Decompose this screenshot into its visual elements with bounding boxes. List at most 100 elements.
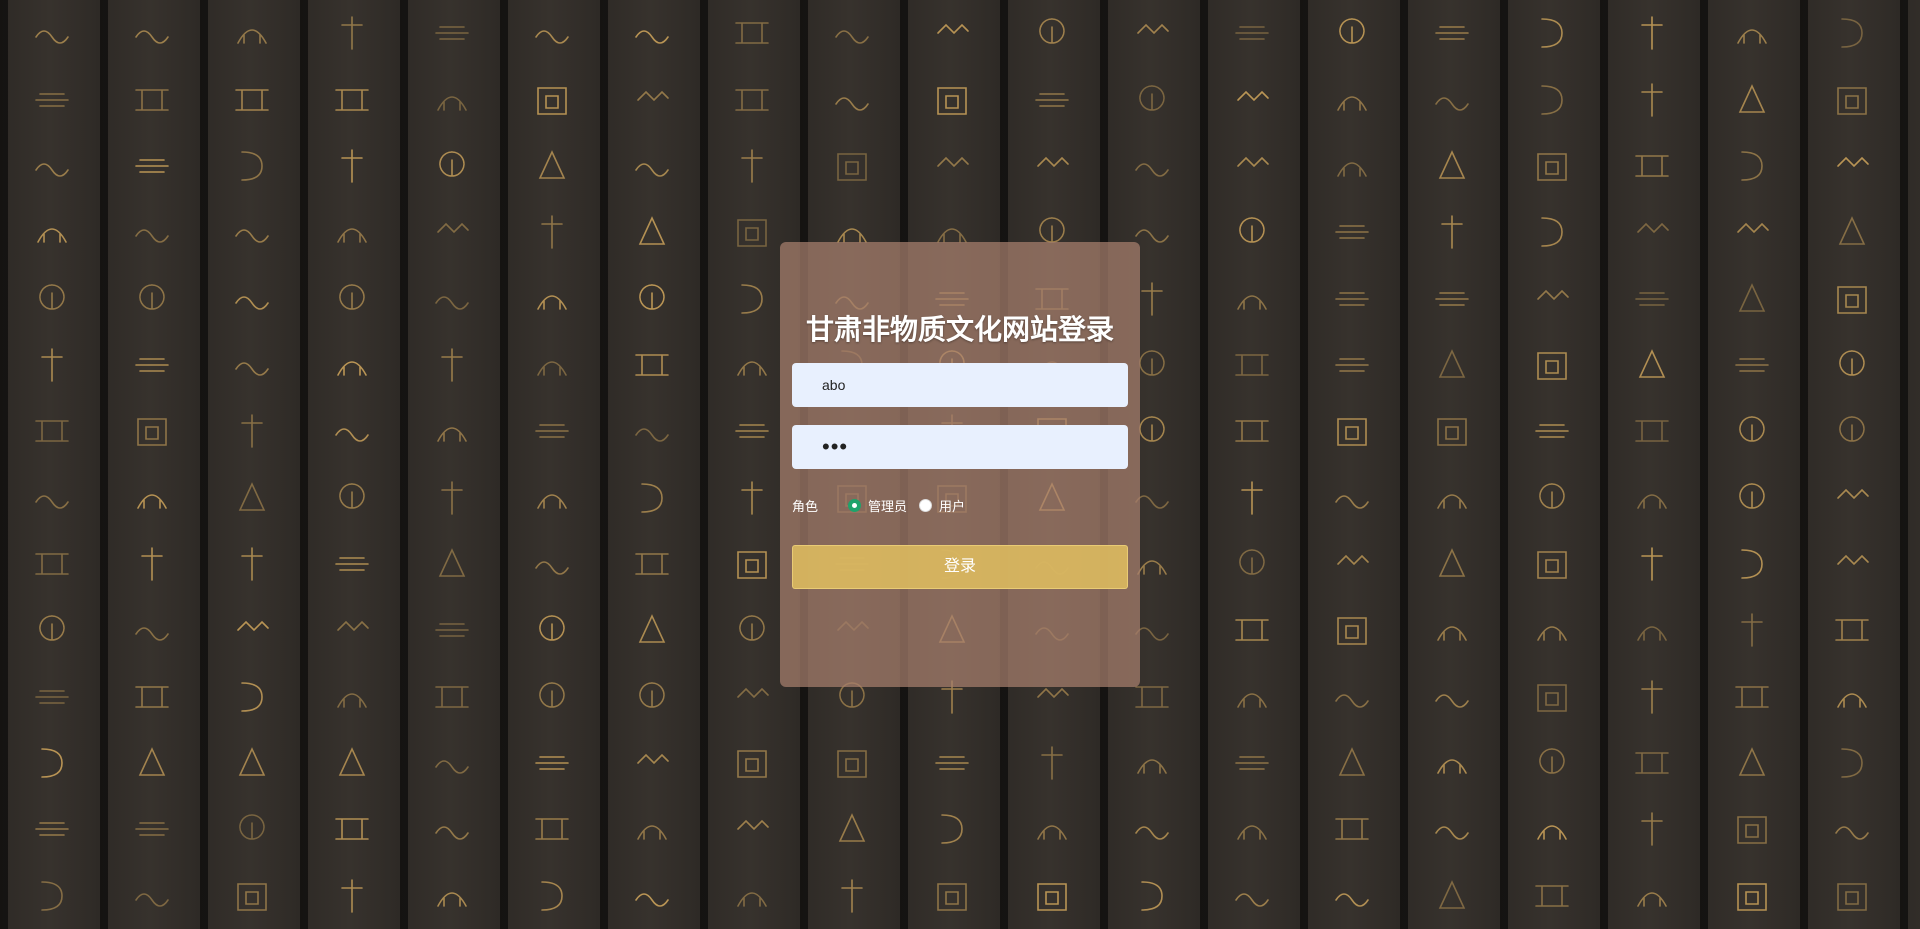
hieroglyph-icon [438, 548, 466, 577]
hieroglyph-icon [1541, 217, 1563, 248]
hieroglyph-icon [35, 92, 69, 107]
hieroglyph-icon [1735, 685, 1769, 708]
hieroglyph-icon [1335, 892, 1369, 907]
hieroglyph-icon [1537, 153, 1567, 181]
hieroglyph-icon [639, 681, 665, 708]
hieroglyph-icon [1437, 759, 1467, 774]
hieroglyph-icon [1635, 155, 1669, 177]
hieroglyph-icon [835, 30, 869, 44]
hieroglyph-icon [441, 480, 463, 515]
login-button[interactable]: 登录 [792, 545, 1128, 589]
hieroglyph-icon [741, 149, 763, 183]
hieroglyph-icon [837, 153, 867, 181]
hieroglyph-icon [1637, 626, 1667, 642]
hieroglyph-icon [239, 814, 265, 841]
hieroglyph-icon [1641, 679, 1663, 714]
hieroglyph-icon [135, 229, 169, 243]
hieroglyph-icon [237, 29, 267, 44]
hieroglyph-column [412, 0, 492, 929]
hieroglyph-icon [838, 813, 866, 843]
hieroglyph-icon [1737, 882, 1767, 911]
username-input[interactable] [792, 363, 1128, 407]
hieroglyph-icon [535, 818, 569, 841]
hieroglyph-icon [1037, 156, 1069, 167]
hieroglyph-icon [1437, 418, 1467, 447]
hieroglyph-column [1612, 0, 1692, 929]
hieroglyph-icon [237, 621, 269, 632]
hieroglyph-icon [1839, 350, 1865, 376]
hieroglyph-column [312, 0, 392, 929]
hieroglyph-icon [1438, 348, 1466, 378]
hieroglyph-icon [241, 151, 263, 181]
hieroglyph-icon [1535, 884, 1569, 907]
hieroglyph-icon [1335, 225, 1369, 240]
hieroglyph-icon [737, 687, 769, 698]
hieroglyph-icon [935, 756, 969, 770]
hieroglyph-icon [341, 149, 363, 183]
hieroglyph-icon [1537, 825, 1567, 841]
role-user-radio[interactable] [919, 498, 933, 512]
hieroglyph-icon [137, 418, 167, 447]
hieroglyph-icon [1237, 692, 1267, 708]
hieroglyph-icon [1037, 825, 1067, 841]
hieroglyph-icon [1337, 418, 1367, 447]
hieroglyph-icon [1438, 149, 1466, 179]
hieroglyph-icon [235, 229, 269, 243]
hieroglyph-icon [1741, 151, 1763, 181]
hieroglyph-icon [1839, 416, 1865, 443]
hieroglyph-icon [1535, 424, 1569, 439]
hieroglyph-icon [235, 362, 269, 376]
hieroglyph-icon [241, 414, 263, 449]
hieroglyph-icon [737, 361, 767, 376]
hieroglyph-icon [435, 826, 469, 841]
hieroglyph-icon [435, 760, 469, 774]
hieroglyph-icon [739, 615, 765, 642]
hieroglyph-icon [1438, 879, 1466, 909]
hieroglyph-icon [437, 223, 469, 234]
hieroglyph-column [1412, 0, 1492, 929]
hieroglyph-icon [1837, 156, 1869, 167]
hieroglyph-icon [1137, 759, 1167, 774]
role-user-label[interactable]: 用户 [939, 496, 965, 515]
hieroglyph-icon [635, 428, 669, 443]
hieroglyph-icon [1638, 348, 1666, 378]
role-admin-radio[interactable] [848, 498, 861, 512]
hieroglyph-icon [1435, 26, 1469, 40]
hieroglyph-icon [735, 22, 769, 44]
hieroglyph-icon [441, 348, 463, 382]
hieroglyph-icon [941, 814, 963, 845]
hieroglyph-icon [135, 88, 169, 111]
hieroglyph-icon [1835, 826, 1869, 841]
hieroglyph-icon [635, 892, 669, 907]
hieroglyph-icon [1239, 549, 1265, 575]
hieroglyph-icon [238, 747, 266, 776]
password-input[interactable] [792, 425, 1128, 469]
hieroglyph-icon [635, 30, 669, 44]
hieroglyph-icon [35, 553, 69, 575]
hieroglyph-icon [937, 86, 967, 115]
hieroglyph-icon [641, 482, 663, 513]
hieroglyph-icon [1337, 554, 1369, 566]
hieroglyph-icon [437, 891, 467, 907]
hieroglyph-icon [141, 547, 163, 581]
hieroglyph-icon [535, 756, 569, 770]
hieroglyph-column [1312, 0, 1392, 929]
hieroglyph-icon [737, 750, 767, 778]
hieroglyph-icon [337, 621, 369, 632]
hieroglyph-icon [1135, 826, 1169, 841]
hieroglyph-icon [338, 747, 366, 776]
role-admin-label[interactable]: 管理员 [868, 496, 907, 515]
hieroglyph-icon [237, 882, 267, 911]
hieroglyph-icon [1435, 826, 1469, 841]
hieroglyph-column [1712, 0, 1792, 929]
hieroglyph-icon [1539, 482, 1565, 509]
hieroglyph-icon [638, 614, 666, 644]
hieroglyph-icon [1737, 816, 1767, 845]
hieroglyph-icon [1235, 619, 1269, 642]
hieroglyph-icon [1337, 162, 1367, 177]
hieroglyph-icon [1141, 880, 1163, 911]
hieroglyph-icon [1841, 18, 1863, 48]
hieroglyph-column [612, 0, 692, 929]
hieroglyph-icon [1237, 90, 1269, 101]
hieroglyph-icon [138, 747, 166, 776]
